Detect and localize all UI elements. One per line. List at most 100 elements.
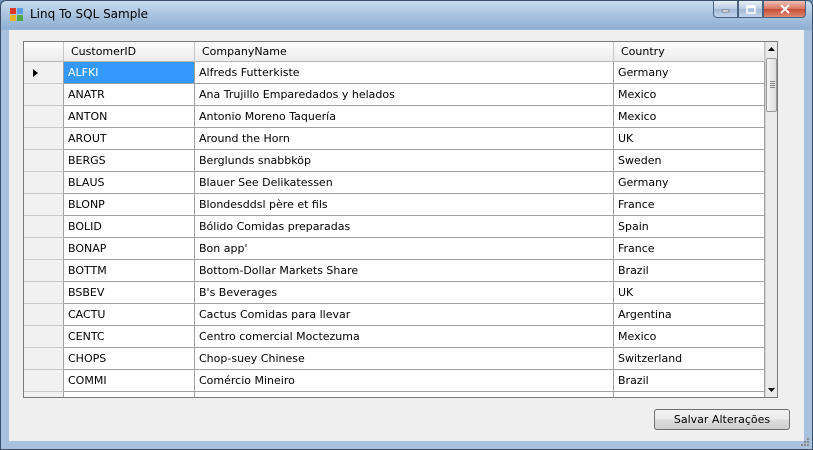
- row-header[interactable]: [24, 370, 64, 392]
- save-changes-button[interactable]: Salvar Alterações: [654, 409, 790, 430]
- cell-customerid[interactable]: ANATR: [64, 84, 195, 106]
- row-header[interactable]: [24, 238, 64, 260]
- cell-customerid[interactable]: [64, 392, 195, 397]
- cell-country[interactable]: Mexico: [614, 84, 765, 106]
- cell-companyname[interactable]: Bottom-Dollar Markets Share: [195, 260, 614, 282]
- cell-companyname[interactable]: Centro comercial Moctezuma: [195, 326, 614, 348]
- cell-companyname[interactable]: Chop-suey Chinese: [195, 348, 614, 370]
- row-header[interactable]: [24, 128, 64, 150]
- cell-customerid[interactable]: CACTU: [64, 304, 195, 326]
- table-row[interactable]: BOTTM Bottom-Dollar Markets Share Brazil: [24, 260, 765, 282]
- cell-companyname[interactable]: Bólido Comidas preparadas: [195, 216, 614, 238]
- table-row[interactable]: BONAP Bon app' France: [24, 238, 765, 260]
- cell-country[interactable]: Brazil: [614, 370, 765, 392]
- table-row[interactable]: CENTC Centro comercial Moctezuma Mexico: [24, 326, 765, 348]
- table-row[interactable]: BSBEV B's Beverages UK: [24, 282, 765, 304]
- row-header[interactable]: [24, 304, 64, 326]
- cell-customerid[interactable]: BLONP: [64, 194, 195, 216]
- cell-companyname[interactable]: Antonio Moreno Taquería: [195, 106, 614, 128]
- customers-datagrid[interactable]: CustomerID CompanyName Country ALFKI Alfr…: [23, 41, 778, 398]
- cell-country[interactable]: France: [614, 238, 765, 260]
- window-title: Linq To SQL Sample: [30, 7, 149, 21]
- cell-country[interactable]: Argentina: [614, 304, 765, 326]
- table-row[interactable]: BOLID Bólido Comidas preparadas Spain: [24, 216, 765, 238]
- row-header[interactable]: [24, 392, 64, 397]
- cell-country[interactable]: Switzerland: [614, 348, 765, 370]
- row-header[interactable]: [24, 216, 64, 238]
- row-header[interactable]: [24, 84, 64, 106]
- table-row[interactable]: AROUT Around the Horn UK: [24, 128, 765, 150]
- row-header[interactable]: [24, 282, 64, 304]
- column-header-companyname[interactable]: CompanyName: [195, 42, 614, 62]
- arrow-up-icon: [768, 47, 775, 51]
- scroll-down-button[interactable]: [766, 383, 777, 397]
- resize-grip-icon[interactable]: [799, 436, 809, 446]
- row-header[interactable]: [24, 150, 64, 172]
- row-header[interactable]: [24, 260, 64, 282]
- cell-customerid[interactable]: CENTC: [64, 326, 195, 348]
- cell-customerid[interactable]: BLAUS: [64, 172, 195, 194]
- close-button[interactable]: [763, 1, 806, 18]
- cell-customerid[interactable]: BSBEV: [64, 282, 195, 304]
- cell-country[interactable]: Sweden: [614, 150, 765, 172]
- cell-country[interactable]: UK: [614, 128, 765, 150]
- table-row[interactable]: BLAUS Blauer See Delikatessen Germany: [24, 172, 765, 194]
- cell-customerid[interactable]: BOTTM: [64, 260, 195, 282]
- cell-customerid[interactable]: BERGS: [64, 150, 195, 172]
- cell-companyname[interactable]: Ana Trujillo Emparedados y helados: [195, 84, 614, 106]
- row-header[interactable]: [24, 326, 64, 348]
- cell-country[interactable]: Mexico: [614, 326, 765, 348]
- cell-customerid[interactable]: AROUT: [64, 128, 195, 150]
- corner-header[interactable]: [24, 42, 64, 62]
- cell-customerid[interactable]: CHOPS: [64, 348, 195, 370]
- cell-country[interactable]: France: [614, 194, 765, 216]
- row-header[interactable]: [24, 62, 64, 84]
- maximize-button[interactable]: [738, 1, 763, 18]
- cell-companyname[interactable]: Blondesddsl père et fils: [195, 194, 614, 216]
- cell-companyname[interactable]: Berglunds snabbköp: [195, 150, 614, 172]
- vertical-scrollbar[interactable]: [765, 42, 777, 397]
- cell-country[interactable]: Germany: [614, 62, 765, 84]
- table-row[interactable]: COMMI Comércio Mineiro Brazil: [24, 370, 765, 392]
- cell-companyname[interactable]: Bon app': [195, 238, 614, 260]
- table-row[interactable]: ALFKI Alfreds Futterkiste Germany: [24, 62, 765, 84]
- table-row[interactable]: BERGS Berglunds snabbköp Sweden: [24, 150, 765, 172]
- cell-customerid[interactable]: ANTON: [64, 106, 195, 128]
- cell-companyname[interactable]: Blauer See Delikatessen: [195, 172, 614, 194]
- cell-country[interactable]: Mexico: [614, 106, 765, 128]
- cell-customerid[interactable]: ALFKI: [64, 62, 195, 84]
- scroll-thumb[interactable]: [766, 58, 777, 112]
- cell-companyname[interactable]: Comércio Mineiro: [195, 370, 614, 392]
- cell-country[interactable]: Germany: [614, 172, 765, 194]
- table-row[interactable]: ANTON Antonio Moreno Taquería Mexico: [24, 106, 765, 128]
- cell-companyname[interactable]: Alfreds Futterkiste: [195, 62, 614, 84]
- cell-companyname[interactable]: B's Beverages: [195, 282, 614, 304]
- cell-customerid[interactable]: BONAP: [64, 238, 195, 260]
- cell-country[interactable]: Brazil: [614, 260, 765, 282]
- column-header-customerid[interactable]: CustomerID: [64, 42, 195, 62]
- cell-country[interactable]: [614, 392, 765, 397]
- row-header[interactable]: [24, 106, 64, 128]
- cell-customerid[interactable]: BOLID: [64, 216, 195, 238]
- cell-companyname[interactable]: [195, 392, 614, 397]
- grid-header: CustomerID CompanyName Country: [24, 42, 765, 62]
- cell-companyname[interactable]: Cactus Comidas para llevar: [195, 304, 614, 326]
- cell-customerid[interactable]: COMMI: [64, 370, 195, 392]
- close-icon: [779, 4, 790, 14]
- row-header[interactable]: [24, 194, 64, 216]
- title-bar[interactable]: Linq To SQL Sample: [1, 1, 812, 29]
- row-header[interactable]: [24, 172, 64, 194]
- table-row[interactable]: ANATR Ana Trujillo Emparedados y helados M…: [24, 84, 765, 106]
- minimize-button[interactable]: [713, 1, 738, 18]
- table-row[interactable]: BLONP Blondesddsl père et fils France: [24, 194, 765, 216]
- cell-country[interactable]: UK: [614, 282, 765, 304]
- column-header-country[interactable]: Country: [614, 42, 765, 62]
- table-row[interactable]: CACTU Cactus Comidas para llevar Argentina: [24, 304, 765, 326]
- cell-country[interactable]: Spain: [614, 216, 765, 238]
- cell-companyname[interactable]: Around the Horn: [195, 128, 614, 150]
- table-row[interactable]: CHOPS Chop-suey Chinese Switzerland: [24, 348, 765, 370]
- table-row[interactable]: [24, 392, 765, 397]
- scroll-up-button[interactable]: [766, 42, 777, 56]
- app-icon: [10, 8, 23, 21]
- row-header[interactable]: [24, 348, 64, 370]
